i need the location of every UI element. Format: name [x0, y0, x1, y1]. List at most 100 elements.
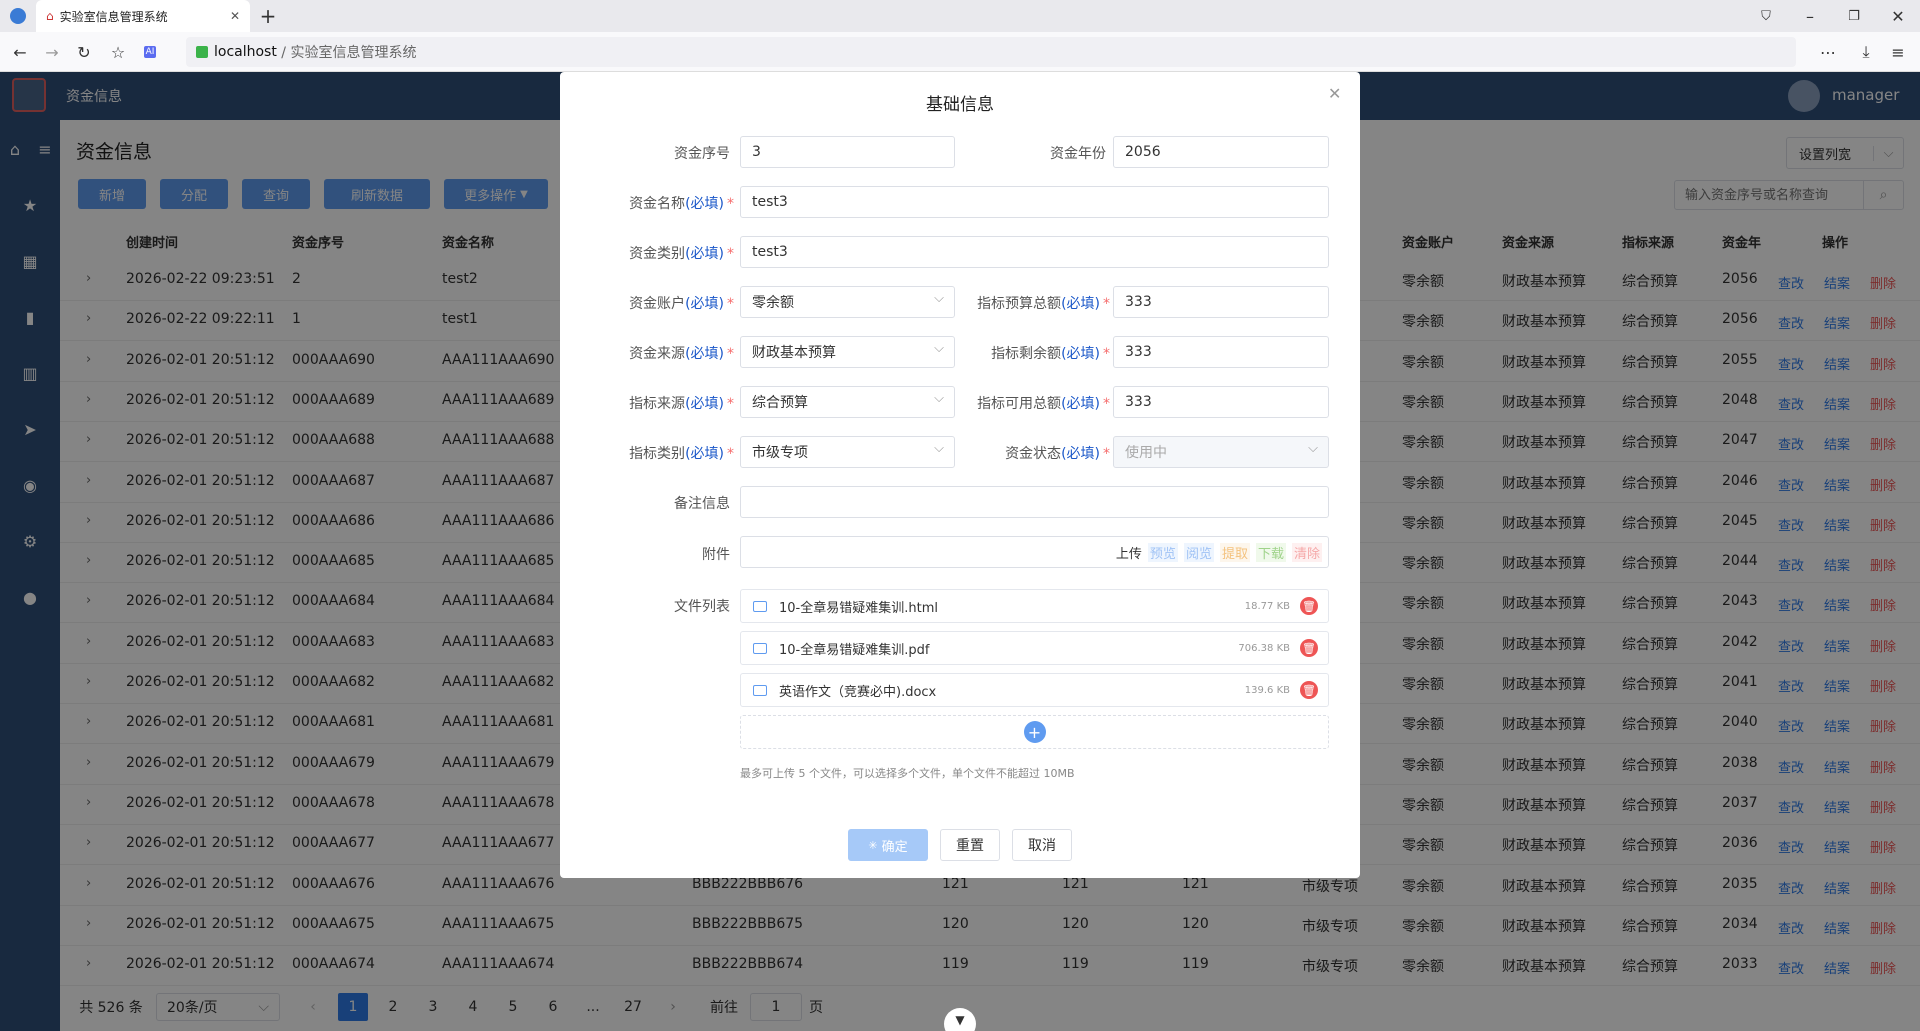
- new-tab-icon[interactable]: +: [254, 2, 282, 30]
- confirm-button[interactable]: ✳ 确定: [848, 829, 928, 861]
- extract-button[interactable]: 提取: [1219, 542, 1250, 562]
- budget-total-label-text: 指标预算总额: [977, 296, 1062, 312]
- tab-close-icon[interactable]: ✕: [230, 9, 240, 23]
- file-size: 18.77 KB: [1244, 600, 1290, 612]
- budget-total-label: 指标预算总额(必填) *: [977, 293, 1110, 313]
- required-mark: (必填): [685, 246, 724, 262]
- fund-no-input[interactable]: 3: [740, 136, 955, 168]
- required-star: *: [727, 246, 734, 262]
- file-name: 10-全章易错疑难集训.html: [779, 600, 938, 616]
- fund-account-select[interactable]: 零余额: [740, 286, 955, 318]
- plus-icon[interactable]: +: [1023, 721, 1046, 743]
- remark-input[interactable]: [740, 486, 1329, 518]
- budget-total-input[interactable]: 333: [1113, 286, 1329, 318]
- browser-tab[interactable]: ⌂ 实验室信息管理系统 ✕: [36, 0, 250, 32]
- file-item[interactable]: 英语作文（竞赛必中).docx 139.6 KB 🗑: [740, 673, 1329, 707]
- browser-app-icon: [10, 8, 26, 24]
- browser-tab-title: 实验室信息管理系统: [59, 9, 168, 24]
- required-star: *: [1103, 346, 1110, 362]
- window-close-icon[interactable]: ✕: [1884, 2, 1912, 30]
- bookmark-star-icon[interactable]: ☆: [104, 38, 132, 66]
- browser-tab-bar: [0, 0, 1920, 32]
- required-star: *: [727, 446, 734, 462]
- restore-icon[interactable]: ❐: [1840, 2, 1868, 30]
- download-icon[interactable]: ⤓: [1852, 38, 1880, 66]
- fund-status-label-text: 资金状态: [1005, 446, 1062, 462]
- required-mark: (必填): [685, 396, 724, 412]
- forward-icon[interactable]: →: [38, 38, 66, 66]
- reset-button[interactable]: 重置: [940, 829, 1000, 861]
- index-category-select[interactable]: 市级专项: [740, 436, 955, 468]
- remark-label: 备注信息: [674, 496, 730, 512]
- house-icon: ⌂: [46, 9, 54, 23]
- budget-remain-label: 指标剩余额(必填) *: [991, 343, 1110, 363]
- upload-button[interactable]: 上传: [1116, 543, 1142, 562]
- delete-file-icon[interactable]: 🗑: [1300, 639, 1318, 657]
- delete-file-icon[interactable]: 🗑: [1300, 681, 1318, 699]
- required-mark: (必填): [685, 296, 724, 312]
- cancel-button[interactable]: 取消: [1012, 829, 1072, 861]
- fund-category-label: 资金类别(必填) *: [629, 243, 734, 263]
- ai-extension-icon[interactable]: AI: [136, 38, 164, 66]
- required-star: *: [727, 296, 734, 312]
- fund-source-select[interactable]: 财政基本预算: [740, 336, 955, 368]
- required-star: *: [727, 196, 734, 212]
- file-item[interactable]: 10-全章易错疑难集训.pdf 706.38 KB 🗑: [740, 631, 1329, 665]
- read-button[interactable]: 阅览: [1183, 542, 1214, 562]
- address-bar[interactable]: localhost / 实验室信息管理系统: [186, 37, 1796, 67]
- more-menu-icon[interactable]: ⋯: [1814, 38, 1842, 66]
- attachment-box: 上传 预览 阅览 提取 下载 清除: [740, 536, 1329, 568]
- add-file-area[interactable]: +: [740, 715, 1329, 749]
- fund-category-label-text: 资金类别: [629, 246, 686, 262]
- fund-no-label: 资金序号: [674, 146, 730, 162]
- fund-status-select: 使用中: [1113, 436, 1329, 468]
- required-mark: (必填): [685, 446, 724, 462]
- required-mark: (必填): [1061, 346, 1100, 362]
- confirm-label: 确定: [881, 839, 908, 855]
- required-star: *: [1103, 446, 1110, 462]
- required-mark: (必填): [685, 196, 724, 212]
- file-icon: [753, 600, 767, 612]
- back-icon[interactable]: ←: [6, 38, 34, 66]
- file-name: 10-全章易错疑难集训.pdf: [779, 642, 930, 658]
- index-source-label: 指标来源(必填) *: [629, 393, 734, 413]
- loading-icon: ✳: [868, 838, 878, 852]
- fund-status-label: 资金状态(必填) *: [1005, 443, 1110, 463]
- clear-button[interactable]: 清除: [1291, 542, 1322, 562]
- required-mark: (必填): [685, 346, 724, 362]
- required-mark: (必填): [1061, 446, 1100, 462]
- basic-info-dialog: 基础信息 ✕ 资金序号 3 资金年份 2056 资金名称(必填) * test3 …: [560, 72, 1360, 878]
- fund-name-label-text: 资金名称: [629, 196, 686, 212]
- fund-account-label-text: 资金账户: [629, 296, 686, 312]
- fund-name-label: 资金名称(必填) *: [629, 193, 734, 213]
- file-item[interactable]: 10-全章易错疑难集训.html 18.77 KB 🗑: [740, 589, 1329, 623]
- url-host: localhost: [214, 44, 277, 60]
- required-mark: (必填): [1061, 296, 1100, 312]
- required-star: *: [727, 396, 734, 412]
- download-button[interactable]: 下载: [1255, 542, 1286, 562]
- preview-button[interactable]: 预览: [1147, 542, 1178, 562]
- required-star: *: [1103, 396, 1110, 412]
- file-icon: [753, 642, 767, 654]
- fund-source-label: 资金来源(必填) *: [629, 343, 734, 363]
- required-mark: (必填): [1061, 396, 1100, 412]
- fund-category-input[interactable]: test3: [740, 236, 1329, 268]
- dialog-title: 基础信息: [926, 95, 994, 115]
- close-icon[interactable]: ✕: [1328, 84, 1341, 103]
- required-star: *: [1103, 296, 1110, 312]
- required-star: *: [727, 346, 734, 362]
- fund-account-label: 资金账户(必填) *: [629, 293, 734, 313]
- minimize-icon[interactable]: –: [1796, 2, 1824, 30]
- fund-name-input[interactable]: test3: [740, 186, 1329, 218]
- hamburger-menu-icon[interactable]: ≡: [1884, 38, 1912, 66]
- reload-icon[interactable]: ↻: [70, 38, 98, 66]
- collections-icon[interactable]: ⛉: [1752, 2, 1780, 30]
- index-category-label-text: 指标类别: [629, 446, 686, 462]
- delete-file-icon[interactable]: 🗑: [1300, 597, 1318, 615]
- attachment-label: 附件: [702, 547, 730, 563]
- index-source-select[interactable]: 综合预算: [740, 386, 955, 418]
- budget-available-input[interactable]: 333: [1113, 386, 1329, 418]
- budget-remain-input[interactable]: 333: [1113, 336, 1329, 368]
- index-source-label-text: 指标来源: [629, 396, 686, 412]
- fund-year-input[interactable]: 2056: [1113, 136, 1329, 168]
